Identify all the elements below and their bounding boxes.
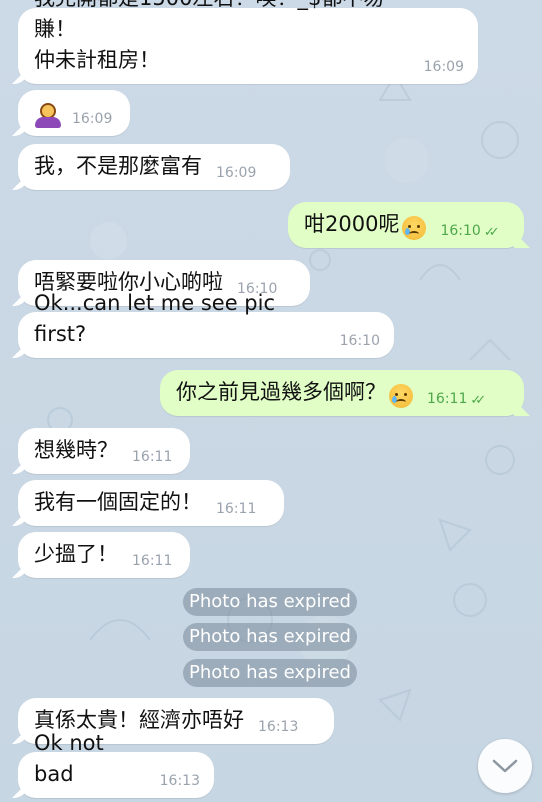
message-time: 16:11 xyxy=(427,391,468,407)
incoming-message[interactable]: Ok...can let me see pic first? 16:10 xyxy=(18,291,394,358)
chevron-down-icon xyxy=(492,759,518,773)
message-time: 16:13 xyxy=(258,719,299,735)
crying-face-emoji xyxy=(402,216,427,240)
outgoing-message[interactable]: 你之前見過幾多個啊？ 16:11 ✓✓ xyxy=(160,370,524,416)
message-text: 你之前見過幾多個啊？ xyxy=(176,380,386,404)
message-time: 16:09 xyxy=(216,165,257,181)
incoming-message[interactable]: 我有一個固定的！ 16:11 xyxy=(18,480,284,526)
incoming-message[interactable]: Ok not bad 16:13 xyxy=(18,731,214,798)
message-time: 16:10 xyxy=(440,223,481,239)
message-time: 16:10 xyxy=(339,333,380,349)
incoming-message[interactable]: 少搵了！ 16:11 xyxy=(18,532,190,578)
message-text: Ok...can let me see pic first? xyxy=(34,291,282,346)
message-text: 少搵了！ xyxy=(34,542,118,566)
message-time: 16:13 xyxy=(159,773,200,789)
message-time: 16:09 xyxy=(72,111,113,127)
message-time: 16:09 xyxy=(423,59,464,75)
read-ticks-icon: ✓✓ xyxy=(470,393,486,408)
photo-expired-notice: Photo has expired xyxy=(183,588,357,616)
photo-expired-notice: Photo has expired xyxy=(183,623,357,651)
photo-expired-notice: Photo has expired xyxy=(183,659,357,687)
outgoing-message[interactable]: 咁2000呢 16:10 ✓✓ xyxy=(288,202,524,248)
message-time: 16:11 xyxy=(216,501,257,517)
message-text: 想幾時？ xyxy=(34,438,118,462)
crying-face-emoji xyxy=(389,384,413,408)
message-text: 我有一個固定的！ xyxy=(34,490,202,514)
incoming-message[interactable]: 想幾時？ 16:11 xyxy=(18,428,190,474)
message-text: 咁2000呢 xyxy=(304,212,400,236)
message-text: Ok not bad xyxy=(34,731,111,786)
incoming-message[interactable]: 我見開都是1500左右！唉！_$都不易賺！ 仲未計租房！ 16:09 xyxy=(18,0,478,84)
incoming-message[interactable]: 16:09 xyxy=(18,90,130,136)
person-raising-hand-emoji xyxy=(34,100,62,128)
message-time: 16:11 xyxy=(132,449,173,465)
message-text: 我見開都是1500左右！唉！_$都不易賺！ 仲未計租房！ xyxy=(34,0,384,72)
message-time: 16:11 xyxy=(132,553,173,569)
incoming-message[interactable]: 我，不是那麼富有 16:09 xyxy=(18,144,290,190)
message-text: 我，不是那麼富有 xyxy=(34,154,202,178)
scroll-to-bottom-button[interactable] xyxy=(478,739,532,793)
read-ticks-icon: ✓✓ xyxy=(483,225,500,240)
